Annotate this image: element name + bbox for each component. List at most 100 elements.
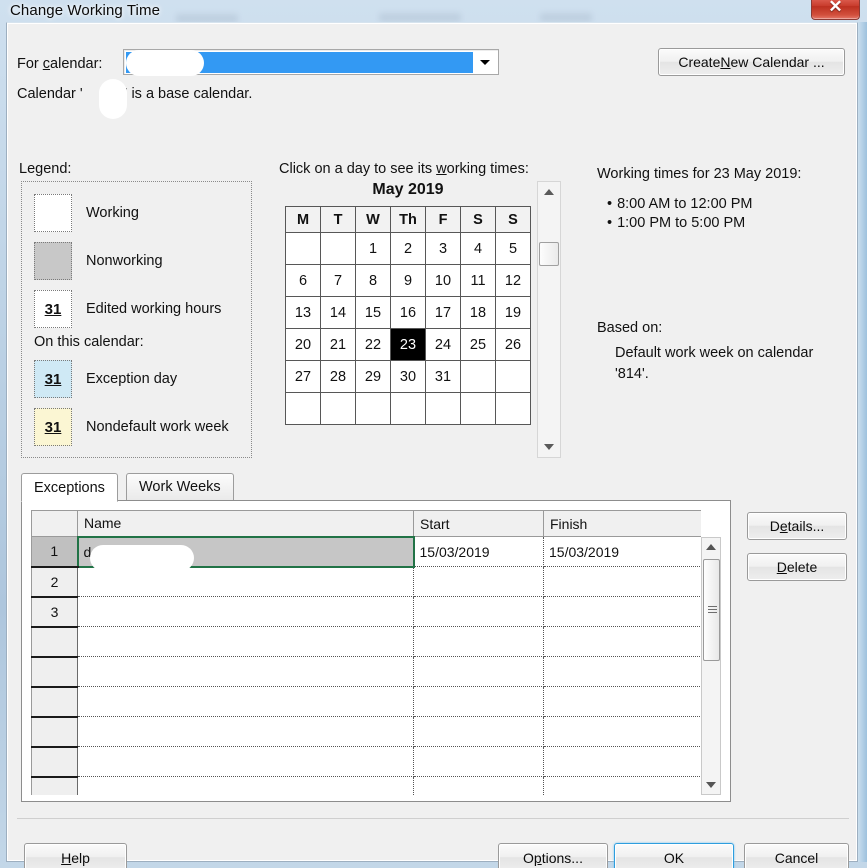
calendar-day-6[interactable]: 6	[285, 264, 321, 297]
row-number-cell[interactable]	[31, 746, 78, 778]
cell-start[interactable]	[413, 566, 544, 597]
calendar-day-19[interactable]: 19	[495, 296, 531, 329]
cell-start[interactable]	[413, 746, 544, 777]
cell-finish[interactable]	[543, 716, 701, 747]
cell-start[interactable]	[413, 596, 544, 627]
ok-button[interactable]: OK	[614, 843, 734, 868]
cell-finish[interactable]: 15/03/2019	[543, 536, 701, 567]
calendar-day-17[interactable]: 17	[425, 296, 461, 329]
cell-start[interactable]	[413, 716, 544, 747]
row-number-cell[interactable]	[31, 626, 78, 658]
row-number-cell[interactable]	[31, 776, 78, 795]
table-row[interactable]: 3	[31, 596, 701, 628]
calendar-day-4[interactable]: 4	[460, 232, 496, 265]
table-row[interactable]: 2	[31, 566, 701, 598]
calendar-day-15[interactable]: 15	[355, 296, 391, 329]
calendar-scrollbar-thumb[interactable]	[539, 242, 559, 266]
table-row[interactable]	[31, 656, 701, 688]
exceptions-table-scrollbar[interactable]	[701, 537, 721, 795]
calendar-day-26[interactable]: 26	[495, 328, 531, 361]
cell-finish[interactable]	[543, 626, 701, 657]
cell-name[interactable]	[77, 746, 414, 777]
calendar-day-13[interactable]: 13	[285, 296, 321, 329]
cell-finish[interactable]	[543, 566, 701, 597]
tab-work-weeks[interactable]: Work Weeks	[126, 473, 234, 500]
close-icon[interactable]: ✕	[811, 0, 860, 20]
calendar-day-29[interactable]: 29	[355, 360, 391, 393]
calendar-day-28[interactable]: 28	[320, 360, 356, 393]
row-number-cell[interactable]: 3	[31, 596, 78, 628]
column-header-name[interactable]: Name	[77, 510, 414, 537]
row-number-cell[interactable]	[31, 656, 78, 688]
help-button[interactable]: Help	[24, 843, 127, 868]
calendar-scrollbar[interactable]	[537, 181, 561, 458]
calendar-day-21[interactable]: 21	[320, 328, 356, 361]
cell-finish[interactable]	[543, 746, 701, 777]
calendar-grid[interactable]: M T W Th F S S 1 2 3 4 5 6 7 8 9 10 11 12 13 14 15 16 17 18 19 20…	[285, 206, 531, 425]
calendar-day-12[interactable]: 12	[495, 264, 531, 297]
calendar-day-27[interactable]: 27	[285, 360, 321, 393]
cell-finish[interactable]	[543, 776, 701, 795]
cell-name[interactable]	[77, 776, 414, 795]
calendar-day-22[interactable]: 22	[355, 328, 391, 361]
cell-name[interactable]	[77, 626, 414, 657]
calendar-day-16[interactable]: 16	[390, 296, 426, 329]
scroll-up-arrow-icon[interactable]	[538, 182, 560, 202]
table-row[interactable]	[31, 776, 701, 795]
cell-finish[interactable]	[543, 596, 701, 627]
create-new-calendar-button[interactable]: Create New Calendar ...	[658, 48, 845, 76]
calendar-day-9[interactable]: 9	[390, 264, 426, 297]
scroll-down-arrow-icon[interactable]	[538, 437, 560, 457]
cell-start[interactable]	[413, 656, 544, 687]
calendar-day-10[interactable]: 10	[425, 264, 461, 297]
row-number-cell[interactable]: 1	[31, 536, 78, 568]
row-number-cell[interactable]	[31, 686, 78, 718]
table-row[interactable]	[31, 686, 701, 718]
cell-start[interactable]	[413, 776, 544, 795]
options-button[interactable]: Op tions...	[498, 843, 608, 868]
chevron-down-icon[interactable]	[473, 51, 497, 73]
cell-name[interactable]	[77, 716, 414, 747]
table-row[interactable]	[31, 716, 701, 748]
calendar-day-14[interactable]: 14	[320, 296, 356, 329]
cell-start[interactable]	[413, 686, 544, 717]
scroll-up-arrow-icon[interactable]	[702, 538, 720, 556]
cell-finish[interactable]	[543, 686, 701, 717]
calendar-day-5[interactable]: 5	[495, 232, 531, 265]
cell-finish[interactable]	[543, 656, 701, 687]
cancel-button[interactable]: Cancel	[744, 843, 849, 868]
column-header-start[interactable]: Start	[413, 510, 544, 537]
cell-name[interactable]	[77, 596, 414, 627]
table-row[interactable]	[31, 626, 701, 658]
cell-start[interactable]: 15/03/2019	[413, 536, 544, 567]
scroll-down-arrow-icon[interactable]	[702, 776, 720, 794]
calendar-day-30[interactable]: 30	[390, 360, 426, 393]
details-button[interactable]: De tails...	[747, 512, 847, 540]
calendar-day-empty	[495, 392, 531, 425]
cell-name[interactable]	[77, 656, 414, 687]
calendar-day-empty	[425, 392, 461, 425]
cell-name[interactable]	[77, 686, 414, 717]
row-number-cell[interactable]	[31, 716, 78, 748]
calendar-day-selected[interactable]: 23	[390, 328, 426, 361]
calendar-combobox[interactable]	[123, 49, 499, 76]
calendar-day-2[interactable]: 2	[390, 232, 426, 265]
calendar-day-24[interactable]: 24	[425, 328, 461, 361]
cell-name[interactable]	[77, 566, 414, 597]
calendar-day-3[interactable]: 3	[425, 232, 461, 265]
calendar-day-18[interactable]: 18	[460, 296, 496, 329]
calendar-day-25[interactable]: 25	[460, 328, 496, 361]
calendar-day-1[interactable]: 1	[355, 232, 391, 265]
calendar-day-20[interactable]: 20	[285, 328, 321, 361]
column-header-finish[interactable]: Finish	[543, 510, 701, 537]
calendar-day-8[interactable]: 8	[355, 264, 391, 297]
calendar-day-11[interactable]: 11	[460, 264, 496, 297]
cell-start[interactable]	[413, 626, 544, 657]
calendar-day-7[interactable]: 7	[320, 264, 356, 297]
tab-exceptions[interactable]: Exceptions	[21, 473, 118, 502]
table-row[interactable]	[31, 746, 701, 778]
delete-button[interactable]: Delete	[747, 553, 847, 581]
calendar-day-31[interactable]: 31	[425, 360, 461, 393]
row-number-cell[interactable]: 2	[31, 566, 78, 598]
exceptions-table-scrollbar-thumb[interactable]	[703, 559, 720, 661]
